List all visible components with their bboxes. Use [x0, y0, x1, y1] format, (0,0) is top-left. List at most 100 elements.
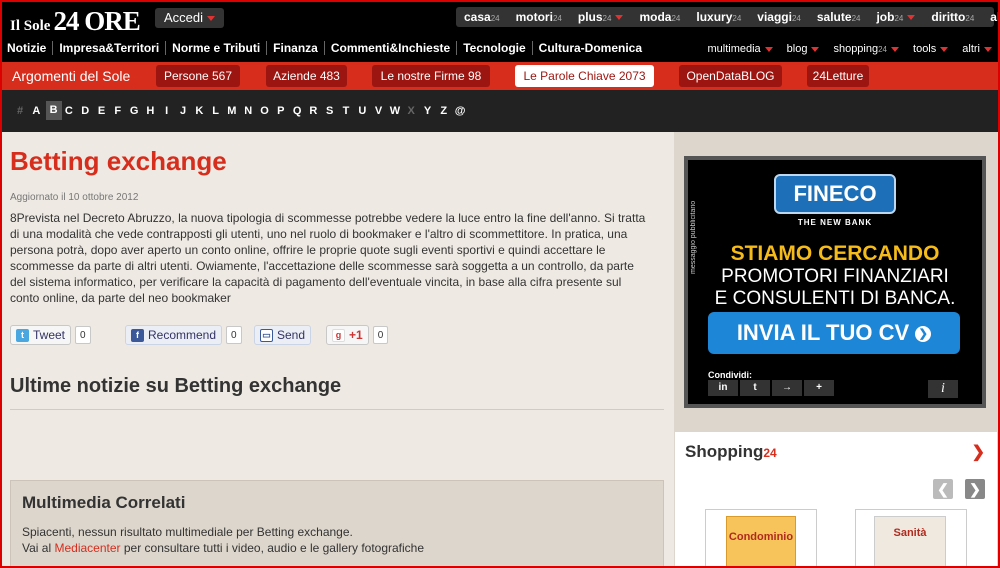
ad-tagline: THE NEW BANK — [797, 218, 873, 227]
gplus-widget: g +1 0 — [326, 325, 389, 345]
main-nav-item[interactable]: Cultura-Domenica — [531, 41, 648, 55]
section-job[interactable]: job24 — [868, 10, 923, 24]
ad-share-label: Condividi: — [708, 370, 752, 380]
alphabet-letter: # — [16, 105, 24, 117]
section-luxury[interactable]: luxury24 — [688, 10, 749, 24]
alphabet-letter[interactable]: K — [192, 105, 206, 117]
main-nav-item[interactable]: Commenti&Inchieste — [323, 41, 456, 55]
alphabet-letter[interactable]: D — [78, 105, 92, 117]
carousel-next-button[interactable]: ❯ — [965, 479, 985, 499]
main-nav-item[interactable]: Finanza — [266, 41, 324, 55]
sub-nav-blog[interactable]: blog — [787, 43, 820, 55]
topic-24letture[interactable]: 24Letture — [807, 65, 869, 87]
chevron-right-icon: ❯ — [915, 326, 932, 343]
alphabet-letter[interactable]: H — [143, 105, 157, 117]
section-altri[interactable]: altri — [982, 10, 1000, 24]
alphabet-letter[interactable]: W — [388, 105, 402, 117]
recommend-button[interactable]: f Recommend — [125, 325, 223, 345]
tweet-button[interactable]: t Tweet — [10, 325, 72, 345]
alphabet-letter[interactable]: O — [258, 105, 272, 117]
alphabet-letter[interactable]: C — [62, 105, 76, 117]
fineco-ad[interactable]: messaggio pubblicitario FINECO THE NEW B… — [688, 160, 982, 404]
article-body: 8Prevista nel Decreto Abruzzo, la nuova … — [10, 211, 646, 305]
sub-nav-altri[interactable]: altri — [962, 43, 992, 55]
alphabet-letter[interactable]: B — [45, 101, 62, 120]
ad-headline: STIAMO CERCANDO — [730, 242, 940, 265]
plusone-button[interactable]: g +1 — [326, 325, 369, 345]
facebook-icon: f — [131, 328, 144, 342]
alphabet-letter[interactable]: A — [29, 105, 43, 117]
alphabet-letter[interactable]: F — [111, 105, 125, 117]
shopping-title[interactable]: Shopping24 — [685, 442, 777, 462]
multimedia-empty-message: Spiacenti, nessun risultato multimediale… — [22, 525, 353, 539]
alphabet-letter[interactable]: J — [176, 105, 190, 117]
section-motori[interactable]: motori24 — [508, 10, 570, 24]
alphabet-letter: X — [407, 105, 415, 117]
alphabet-letter[interactable]: R — [306, 105, 320, 117]
topic-aziende[interactable]: Aziende 483 — [266, 65, 347, 87]
login-button[interactable]: Accedi — [155, 8, 224, 28]
twitter-icon[interactable]: t — [740, 380, 770, 396]
main-nav-bar: Notizie Impresa&Territori Norme e Tributi F… — [0, 38, 1000, 62]
section-viaggi[interactable]: viaggi24 — [749, 10, 809, 24]
alphabet-letter[interactable]: U — [355, 105, 369, 117]
topic-firme[interactable]: Le nostre Firme 98 — [372, 65, 490, 87]
alphabet-letter[interactable]: L — [209, 105, 223, 117]
send-cv-button[interactable]: INVIA IL TUO CV ❯ — [708, 312, 960, 354]
multimedia-title: Multimedia Correlati — [22, 493, 186, 512]
section-salute[interactable]: salute24 — [809, 10, 869, 24]
section-plus[interactable]: plus24 — [570, 10, 632, 24]
section-moda[interactable]: moda24 — [631, 10, 688, 24]
section-diritto[interactable]: diritto24 — [923, 10, 982, 24]
alphabet-letter[interactable]: P — [274, 105, 288, 117]
info-icon[interactable]: i — [928, 380, 958, 398]
add-icon[interactable]: + — [804, 380, 834, 396]
alphabet-letter[interactable]: @ — [453, 105, 467, 117]
divider — [10, 409, 664, 410]
alphabet-letter[interactable]: N — [241, 105, 255, 117]
sections-nav: casa24 motori24 plus24 moda24 luxury24 viaggi… — [456, 7, 1000, 27]
alphabet-letter[interactable]: G — [127, 105, 141, 117]
section-casa[interactable]: casa24 — [456, 10, 508, 24]
alphabet-letter[interactable]: I — [160, 105, 174, 117]
alphabet-letter[interactable]: S — [323, 105, 337, 117]
main-nav-item[interactable]: Tecnologie — [456, 41, 531, 55]
twitter-icon: t — [16, 328, 29, 342]
main-nav-item[interactable]: Notizie — [7, 41, 52, 55]
shopping-box: Shopping24 ❯ ❮ ❯ Condominio Sanità — [675, 432, 997, 568]
product-card[interactable]: Condominio — [705, 509, 817, 568]
chevron-right-icon[interactable]: ❯ — [972, 442, 985, 462]
chevron-down-icon — [940, 46, 949, 52]
chevron-down-icon — [907, 15, 916, 21]
alphabet-letter[interactable]: E — [95, 105, 109, 117]
alphabet-letter[interactable]: Z — [437, 105, 451, 117]
site-logo[interactable]: Il Sole 24 ORE — [10, 6, 141, 37]
sub-nav-multimedia[interactable]: multimedia — [707, 43, 773, 55]
alphabet-letter[interactable]: V — [372, 105, 386, 117]
forward-icon[interactable]: → — [772, 380, 802, 396]
topic-persone[interactable]: Persone 567 — [156, 65, 240, 87]
alphabet-letter[interactable]: Q — [290, 105, 304, 117]
topic-opendatablog[interactable]: OpenDataBLOG — [679, 65, 782, 87]
product-card[interactable]: Sanità — [855, 509, 967, 568]
linkedin-icon[interactable]: in — [708, 380, 738, 396]
topic-parole-chiave[interactable]: Le Parole Chiave 2073 — [515, 65, 654, 87]
recommend-count: 0 — [226, 326, 242, 344]
message-icon: ▭ — [260, 328, 273, 342]
multimedia-hint: Vai al Mediacenter per consultare tutti … — [22, 541, 425, 555]
mediacenter-link[interactable]: Mediacenter — [54, 541, 120, 555]
top-header: Il Sole 24 ORE Accedi casa24 motori24 plus… — [0, 0, 1000, 38]
sub-nav-tools[interactable]: tools — [913, 43, 949, 55]
product-image: Sanità — [874, 516, 946, 568]
send-button[interactable]: ▭ Send — [254, 325, 312, 345]
alphabet-letter[interactable]: Y — [421, 105, 435, 117]
latest-news-heading: Ultime notizie su Betting exchange — [10, 375, 342, 397]
main-nav-item[interactable]: Impresa&Territori — [52, 41, 165, 55]
alphabet-index: # A B C D E F G H I J K L M N O P Q R S T U V W X Y Z @ — [0, 90, 1000, 132]
alphabet-letter[interactable]: M — [225, 105, 239, 117]
main-nav-item[interactable]: Norme e Tributi — [165, 41, 266, 55]
alphabet-letter[interactable]: T — [339, 105, 353, 117]
sub-nav-shopping[interactable]: shopping24 — [833, 43, 900, 55]
carousel-prev-button[interactable]: ❮ — [933, 479, 953, 499]
plusone-count: 0 — [372, 326, 389, 344]
